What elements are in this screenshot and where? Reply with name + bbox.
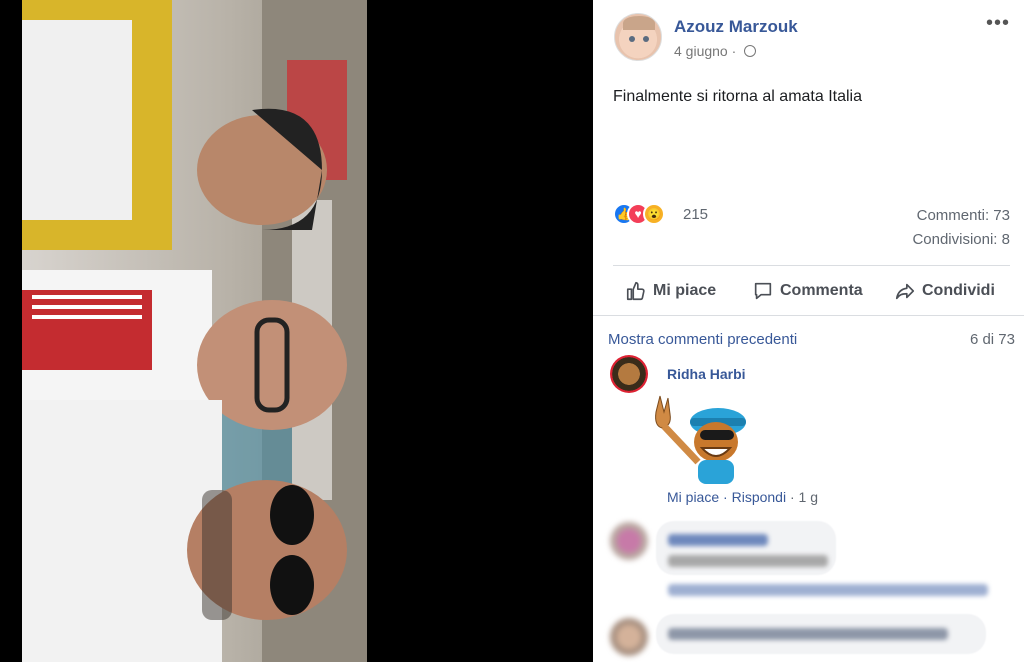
post-date-label[interactable]: 4 giugno: [674, 43, 728, 59]
blurred-comment-meta: [668, 584, 988, 596]
comment-page-count: 6 di 73: [969, 331, 1015, 348]
blurred-comment-text: [668, 628, 948, 640]
comment-label: Commenta: [780, 282, 863, 299]
photo-viewer: [0, 0, 593, 662]
comments-divider: [593, 315, 1024, 316]
meta-separator: ·: [723, 489, 728, 505]
thumbs-up-icon: [626, 281, 645, 301]
post-date[interactable]: 4 giugno ·: [674, 43, 757, 59]
comment-like-link[interactable]: Mi piace: [667, 489, 719, 505]
comment-reply-link[interactable]: Rispondi: [732, 489, 786, 505]
post-photo[interactable]: [22, 0, 367, 662]
wow-reaction-icon: 😮: [643, 203, 665, 225]
reaction-count[interactable]: 215: [683, 206, 708, 223]
share-label: Condividi: [922, 282, 995, 299]
comment-button[interactable]: Commenta: [752, 278, 863, 304]
date-separator: ·: [731, 43, 737, 59]
blurred-avatar: [610, 522, 648, 560]
comment-time[interactable]: 1 g: [799, 489, 818, 505]
speech-bubble-icon: [754, 282, 772, 300]
show-previous-comments-link[interactable]: Mostra commenti precedenti: [608, 331, 797, 348]
comments-count[interactable]: Commenti: 73: [917, 207, 1010, 224]
commenter-name[interactable]: Ridha Harbi: [667, 366, 746, 382]
share-button[interactable]: Condividi: [894, 278, 995, 304]
globe-icon: [744, 45, 757, 57]
like-button[interactable]: Mi piace: [625, 278, 716, 304]
post-text: Finalmente si ritorna al amata Italia: [613, 88, 862, 105]
shares-count[interactable]: Condivisioni: 8: [912, 231, 1010, 248]
blurred-comment-text: [668, 555, 828, 567]
divider: [613, 265, 1010, 266]
blurred-avatar: [610, 618, 648, 656]
like-label: Mi piace: [653, 282, 717, 299]
blurred-comment-name: [668, 534, 768, 546]
author-avatar[interactable]: [614, 13, 662, 61]
commenter-avatar[interactable]: [610, 355, 648, 393]
meta-separator: ·: [789, 489, 795, 505]
post-author[interactable]: Azouz Marzouk: [674, 17, 798, 37]
share-arrow-icon: [895, 283, 915, 300]
more-options-button[interactable]: •••: [986, 12, 1010, 35]
sticker-image: [650, 390, 754, 486]
comment-meta: Mi piace · Rispondi · 1 g: [667, 489, 818, 505]
